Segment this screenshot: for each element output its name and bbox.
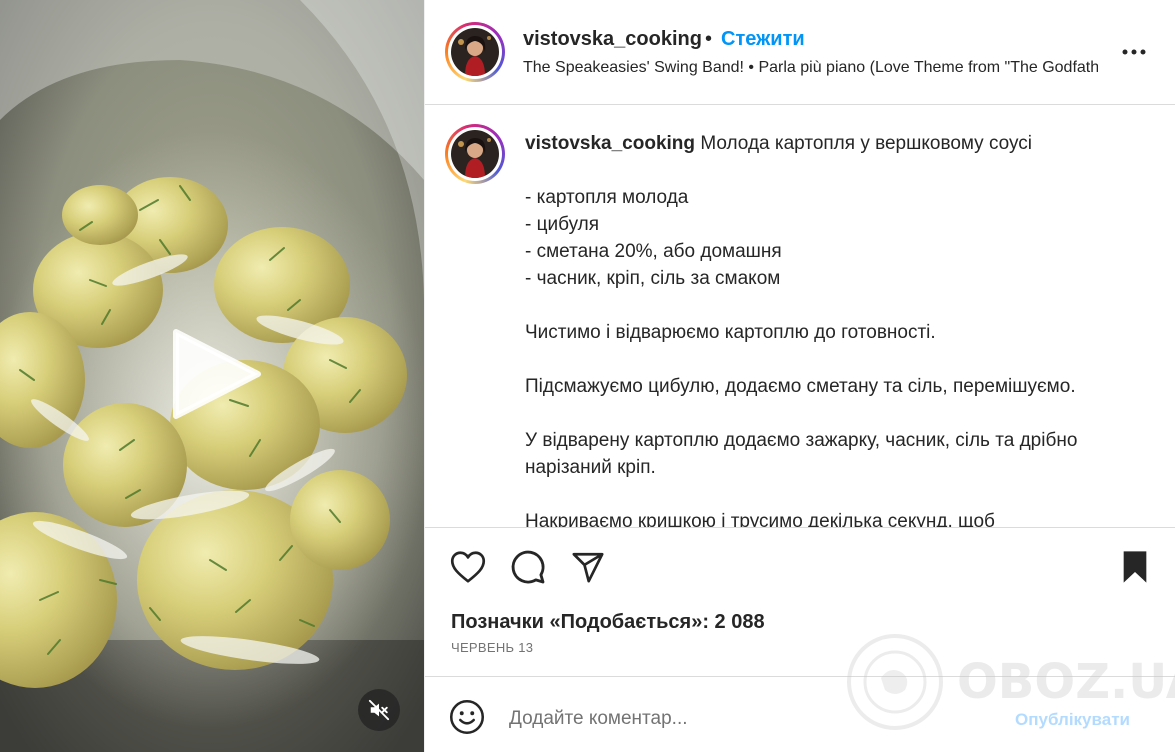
like-button[interactable] [446,545,490,589]
caption-text: vistovska_cooking Молода картопля у верш… [525,130,1145,528]
caption-author-avatar[interactable] [445,124,505,184]
step-line: Підсмажуємо цибулю, додаємо сметану та с… [525,376,1076,397]
action-bar [425,545,1175,593]
separator-dot: • [705,28,713,50]
heart-icon [450,551,486,583]
play-button[interactable] [166,324,266,424]
step-line: Чистимо і відварюємо картоплю до готовно… [525,322,936,343]
smiley-icon [449,699,485,735]
mute-toggle-button[interactable] [358,689,400,731]
likes-count[interactable]: Позначки «Подобається»: 2 088 [451,611,765,634]
ingredient-line: - картопля молода [525,187,689,208]
step-line: Накриваємо кришкою і трусимо декілька се… [525,511,995,528]
comment-input[interactable] [509,703,989,735]
avatar-image [451,130,499,178]
post-comment-button[interactable]: Опублікувати [1015,710,1130,730]
audio-track-link[interactable]: The Speakeasies' Swing Band! • Parla più… [523,59,1098,77]
author-username[interactable]: vistovska_cooking [523,28,702,51]
author-avatar[interactable] [445,22,505,82]
post-header: vistovska_cooking • Стежити The Speakeas… [425,0,1175,105]
more-options-icon [1122,49,1146,55]
paper-plane-icon [572,552,604,583]
follow-button[interactable]: Стежити [721,28,805,51]
avatar-image [451,28,499,76]
bookmark-icon [1123,551,1147,583]
caption-section: vistovska_cooking Молода картопля у верш… [425,106,1175,528]
ingredient-line: - цибуля [525,214,600,235]
ingredient-line: - часник, кріп, сіль за смаком [525,268,781,289]
comment-bubble-icon [511,550,545,584]
muted-speaker-icon [368,699,390,721]
ingredient-line: - сметана 20%, або домашня [525,241,782,262]
comment-composer: Опублікувати [425,676,1175,752]
caption-title: Молода картопля у вершковому соусі [700,133,1033,154]
step-line: У відварену картоплю додаємо зажарку, ча… [525,430,1078,478]
save-button[interactable] [1113,545,1157,589]
play-icon [173,329,261,419]
caption-username[interactable]: vistovska_cooking [525,133,695,154]
share-button[interactable] [566,545,610,589]
post-details-panel: vistovska_cooking • Стежити The Speakeas… [424,0,1175,752]
emoji-button[interactable] [449,699,485,735]
video-player[interactable] [0,0,424,752]
more-options-button[interactable] [1118,36,1150,68]
comment-button[interactable] [506,545,550,589]
post-date[interactable]: ЧЕРВЕНЬ 13 [451,640,533,655]
